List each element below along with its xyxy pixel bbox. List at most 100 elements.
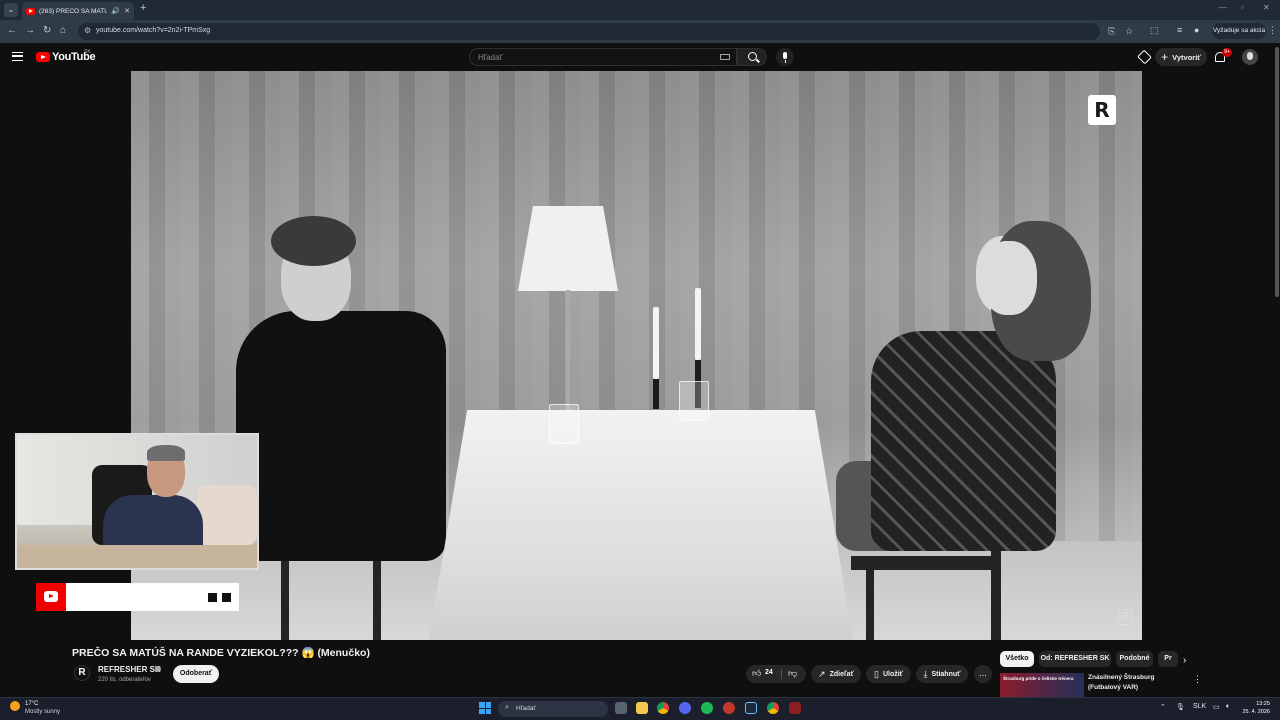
- country-code: SK: [84, 49, 91, 55]
- candle-holder-1: [653, 379, 659, 409]
- forward-icon[interactable]: →: [25, 25, 35, 37]
- chrome-profile-icon[interactable]: [767, 702, 779, 714]
- taskbar-search-placeholder: Hľadať: [516, 705, 536, 712]
- window-minimize-icon[interactable]: —: [1219, 3, 1227, 12]
- browser-menu-icon[interactable]: ⋮: [1268, 25, 1277, 36]
- shield-app-icon[interactable]: [789, 702, 801, 714]
- tab-search-dropdown-icon[interactable]: ⌄: [4, 3, 18, 17]
- menu-hamburger-icon[interactable]: [12, 52, 23, 61]
- scrollbar-thumb[interactable]: [1275, 47, 1279, 297]
- file-explorer-icon[interactable]: [636, 702, 648, 714]
- bookmark-icon: ▯: [873, 668, 879, 679]
- download-icon: ⤓: [923, 668, 928, 679]
- reload-icon[interactable]: ↻: [43, 25, 51, 37]
- windows-start-icon[interactable]: [479, 702, 491, 714]
- browser-tab-bar: ⌄ (263) PREČO SA MATÚŠ NA 🔊 ✕ + — ▫ ✕: [0, 0, 1280, 20]
- more-actions-button[interactable]: ...: [974, 665, 992, 683]
- task-view-icon[interactable]: [615, 702, 627, 714]
- address-bar[interactable]: ⚙ youtube.com/watch?v=2n2i-TPmSxg ⎘ ☆: [78, 23, 1133, 40]
- person-left-body: [236, 311, 446, 561]
- video-frame[interactable]: R: [131, 71, 1142, 640]
- site-info-icon[interactable]: ⚙: [84, 26, 91, 35]
- tab-close-icon[interactable]: ✕: [124, 7, 130, 15]
- window-maximize-icon[interactable]: ▫: [1241, 3, 1244, 12]
- taskbar-search[interactable]: ⌕ Hľadať: [498, 701, 608, 717]
- channel-watermark-icon[interactable]: R: [1118, 609, 1132, 625]
- recommendation-title[interactable]: Znásilnený Štrasburg (Futbalový VAR): [1088, 673, 1188, 693]
- download-label: Stiahnuť: [931, 670, 961, 678]
- chip-partial[interactable]: Pr: [1158, 651, 1178, 667]
- discord-icon[interactable]: [679, 702, 691, 714]
- clock-time: 13:25: [1256, 701, 1270, 707]
- tray-overflow-icon[interactable]: ⌃: [1160, 703, 1166, 711]
- create-label: Vytvoriť: [1172, 52, 1201, 62]
- chip-all[interactable]: Všetko: [1000, 651, 1034, 667]
- language-indicator[interactable]: SLK: [1193, 703, 1206, 710]
- save-label: Uložiť: [882, 670, 904, 678]
- url-text[interactable]: youtube.com/watch?v=2n2i-TPmSxg: [96, 27, 210, 34]
- channel-avatar[interactable]: R: [74, 665, 90, 681]
- video-title: PREČO SA MATÚŠ NA RANDE VYZIEKOL??? 😱 (M…: [72, 647, 370, 659]
- page-scrollbar[interactable]: [1274, 43, 1280, 697]
- reading-list-icon[interactable]: ≡: [1177, 25, 1182, 35]
- person-right-face: [981, 241, 1037, 315]
- account-avatar[interactable]: [1242, 49, 1258, 65]
- chrome-icon[interactable]: [657, 702, 669, 714]
- youtube-logo-icon: [36, 583, 66, 611]
- install-app-icon[interactable]: ⎘: [1108, 26, 1115, 37]
- water-glass-left: [549, 404, 579, 444]
- webcam-person-hair: [147, 445, 185, 461]
- chip-related[interactable]: Podobné: [1116, 651, 1153, 667]
- network-icon[interactable]: ▭: [1213, 703, 1220, 711]
- volume-icon[interactable]: 🔈︎: [1226, 703, 1230, 711]
- home-icon[interactable]: ⌂: [60, 25, 66, 37]
- dislike-thumb-icon[interactable]: 👎︎: [788, 668, 797, 679]
- subscribe-overlay-banner: [36, 583, 239, 611]
- subscriber-count: 220 tis. odberateľov: [98, 677, 151, 683]
- steam-icon[interactable]: [745, 702, 757, 714]
- back-icon[interactable]: ←: [7, 25, 17, 37]
- channel-name[interactable]: REFRESHER SK: [98, 665, 161, 674]
- microphone-tray-icon[interactable]: 🎙︎: [1176, 703, 1185, 711]
- new-tab-button[interactable]: +: [140, 2, 146, 14]
- weather-temperature[interactable]: 17°C: [25, 701, 38, 707]
- taskbar-clock[interactable]: 13:25 25. 4. 2026: [1240, 700, 1270, 716]
- chip-from-channel[interactable]: Od: REFRESHER SK: [1039, 651, 1111, 667]
- audio-playing-icon[interactable]: 🔊: [111, 7, 120, 15]
- like-count[interactable]: 24: [765, 669, 773, 676]
- search-button[interactable]: [737, 48, 767, 66]
- weather-description[interactable]: Mostly sunny: [25, 709, 60, 715]
- weather-sun-icon[interactable]: [10, 701, 20, 711]
- water-glass-right: [679, 381, 709, 421]
- profile-avatar-icon[interactable]: ●: [1194, 25, 1199, 35]
- like-dislike-group: 👍︎ 24 👎︎: [746, 665, 806, 683]
- create-button[interactable]: + Vytvoriť: [1155, 48, 1207, 66]
- share-button[interactable]: ↗ Zdieľať: [811, 665, 861, 683]
- download-button[interactable]: ⤓ Stiahnuť: [916, 665, 968, 683]
- app-red-icon[interactable]: [723, 702, 735, 714]
- search-icon: [748, 52, 757, 61]
- share-label: Zdieľať: [829, 670, 854, 678]
- window-close-icon[interactable]: ✕: [1263, 3, 1270, 12]
- search-input[interactable]: Hľadať: [469, 48, 737, 66]
- banner-square-1: [208, 593, 217, 602]
- save-button[interactable]: ▯ Uložiť: [866, 665, 911, 683]
- chips-next-chevron-icon[interactable]: ›: [1183, 655, 1186, 666]
- voice-search-button[interactable]: [776, 48, 794, 66]
- subscribe-button[interactable]: Odoberať: [173, 665, 219, 683]
- recommendation-more-icon[interactable]: ⋮: [1193, 674, 1202, 685]
- taskbar-search-icon: ⌕: [505, 704, 509, 711]
- lamp-pole: [566, 290, 570, 410]
- plus-icon: +: [1161, 50, 1169, 64]
- search-placeholder: Hľadať: [478, 53, 503, 62]
- keyboard-icon[interactable]: [720, 54, 730, 60]
- like-thumb-icon[interactable]: 👍︎: [752, 668, 761, 679]
- browser-tab-active[interactable]: (263) PREČO SA MATÚŠ NA 🔊 ✕: [22, 2, 134, 20]
- recommendation-thumbnail[interactable]: Štrasburg príde o čelístie trénera: [1000, 673, 1084, 697]
- extensions-icon[interactable]: ⬚: [1150, 25, 1159, 36]
- chair-right-leg: [866, 566, 874, 640]
- spotify-icon[interactable]: [701, 702, 713, 714]
- youtube-logo-icon[interactable]: [36, 52, 50, 62]
- account-action-chip[interactable]: Vyžaduje sa akcia: [1212, 23, 1266, 39]
- bookmark-star-icon[interactable]: ☆: [1125, 26, 1133, 37]
